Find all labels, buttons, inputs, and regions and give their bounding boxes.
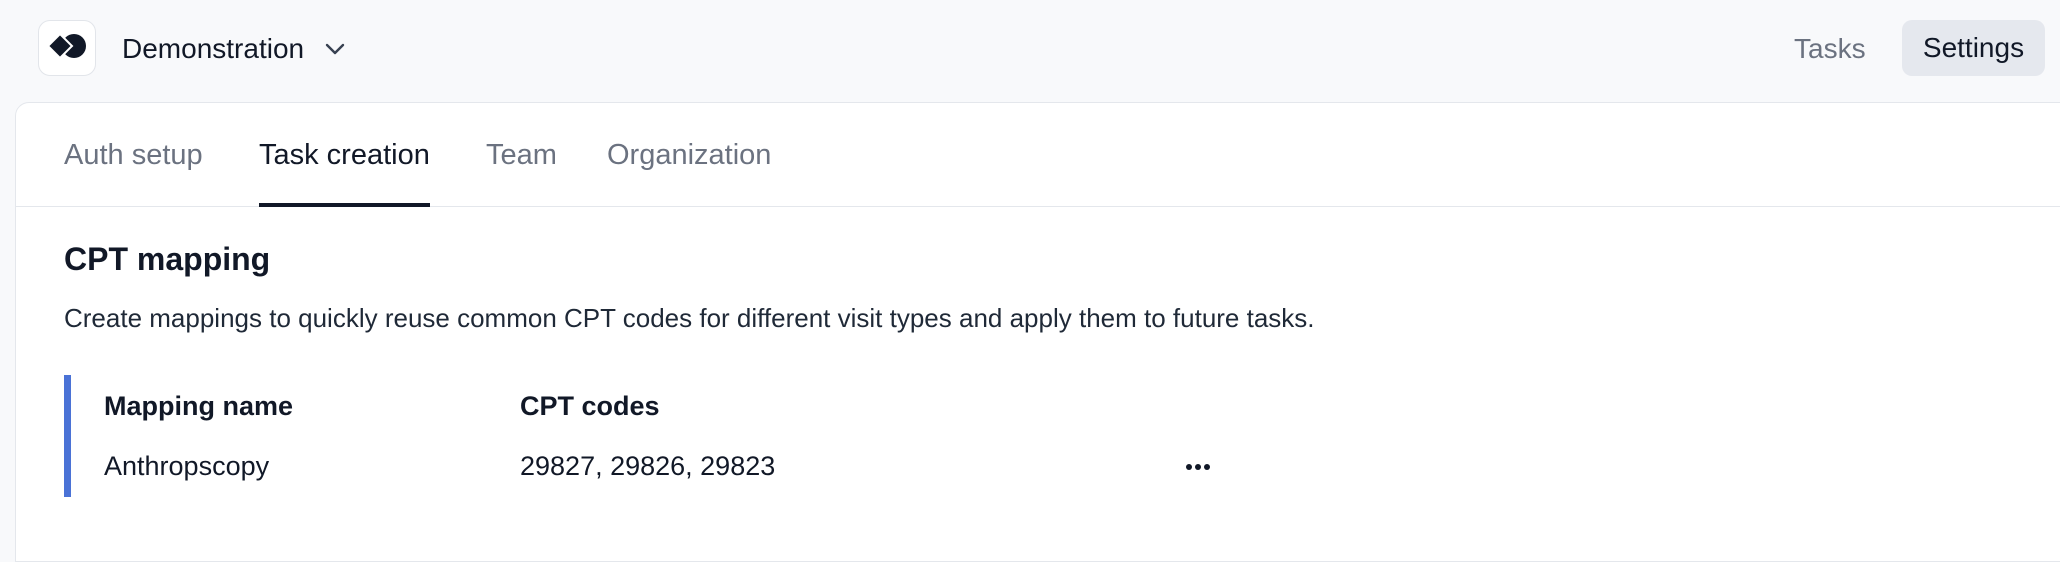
column-header-cpt-codes: CPT codes <box>520 391 660 421</box>
tab-team[interactable]: Team <box>486 103 557 207</box>
nav-tasks[interactable]: Tasks <box>1780 26 1880 72</box>
mapping-name-cell: Anthropscopy <box>104 451 270 481</box>
section-description: Create mappings to quickly reuse common … <box>64 303 1315 333</box>
org-switcher[interactable]: Demonstration <box>122 22 346 76</box>
table-row: Anthropscopy 29827, 29826, 29823 <box>64 445 1264 491</box>
app-logo[interactable] <box>38 20 96 76</box>
settings-panel: Auth setup Task creation Team Organizati… <box>15 102 2060 562</box>
logo-icon <box>46 32 88 65</box>
column-header-mapping-name: Mapping name <box>104 391 294 421</box>
settings-tabs: Auth setup Task creation Team Organizati… <box>16 103 2060 207</box>
tab-auth-setup[interactable]: Auth setup <box>64 103 203 207</box>
org-name: Demonstration <box>122 33 305 64</box>
cpt-mapping-table: Mapping name CPT codes Anthropscopy 2982… <box>64 375 1264 497</box>
more-horizontal-icon <box>1184 458 1212 476</box>
chevron-down-icon <box>324 42 346 56</box>
section-title: CPT mapping <box>64 241 271 277</box>
nav-settings[interactable]: Settings <box>1902 20 2045 76</box>
tab-organization[interactable]: Organization <box>607 103 771 207</box>
cpt-codes-cell: 29827, 29826, 29823 <box>520 451 776 481</box>
row-actions-button[interactable] <box>1176 449 1220 485</box>
top-bar: Demonstration Tasks Settings <box>0 0 2060 102</box>
tab-task-creation[interactable]: Task creation <box>259 103 430 207</box>
